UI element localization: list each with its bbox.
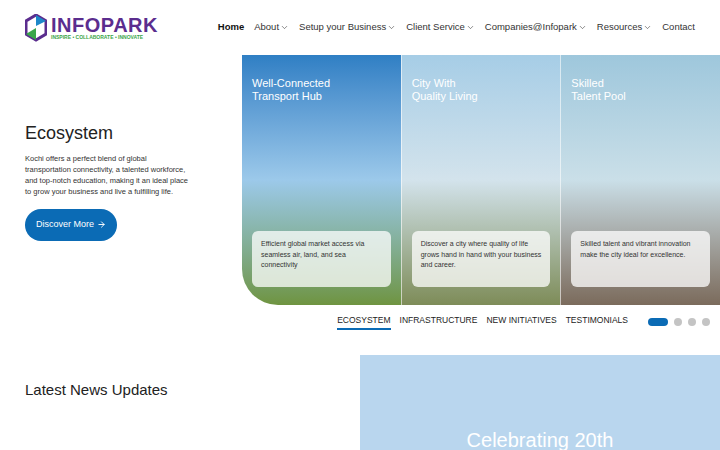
tab[interactable]: TESTIMONIALS (566, 314, 628, 330)
hero-description: Kochi offers a perfect blend of global t… (25, 153, 192, 197)
chevron-down-icon (280, 23, 289, 32)
panel-card: Discover a city where quality of life gr… (412, 231, 551, 287)
tab[interactable]: NEW INITIATIVES (486, 314, 556, 330)
panel-title: Well-ConnectedTransport Hub (252, 77, 391, 103)
chevron-down-icon (643, 23, 652, 32)
panel-title: SkilledTalent Pool (571, 77, 710, 103)
panel-card: Skilled talent and vibrant innovation ma… (571, 231, 710, 287)
logo-name: INFOPARK (51, 15, 158, 35)
nav-item[interactable]: About (254, 20, 289, 34)
discover-more-button[interactable]: Discover More (25, 209, 117, 241)
header: INFOPARKINSPIRE • COLLABORATE • INNOVATE… (0, 0, 720, 55)
feature-panel[interactable]: Well-ConnectedTransport Hub Efficient glo… (242, 55, 401, 305)
carousel-dot[interactable] (674, 318, 682, 326)
news-banner[interactable]: Celebrating 20th (360, 355, 720, 450)
news-section: Latest News UpdatesCelebrating 20th (0, 355, 720, 450)
carousel-dots (648, 318, 710, 326)
logo-icon (25, 14, 47, 42)
nav-item[interactable]: Client Service (406, 20, 475, 34)
hero: Ecosystem Kochi offers a perfect blend of… (0, 55, 720, 305)
carousel-dot[interactable] (648, 318, 668, 326)
nav-item[interactable]: Home (218, 20, 244, 34)
feature-panel[interactable]: City WithQuality Living Discover a city w… (401, 55, 561, 305)
tab-bar: ECOSYSTEM INFRASTRUCTURE NEW INITIATIVES TE… (0, 305, 720, 339)
chevron-down-icon (466, 23, 475, 32)
news-title: Latest News Updates (25, 379, 360, 402)
logo[interactable]: INFOPARKINSPIRE • COLLABORATE • INNOVATE (25, 14, 158, 42)
nav-item[interactable]: Setup your Business (299, 20, 396, 34)
nav-item[interactable]: Contact (662, 20, 695, 34)
chevron-down-icon (578, 23, 587, 32)
carousel-dot[interactable] (702, 318, 710, 326)
nav-item[interactable]: Companies@Infopark (485, 20, 587, 34)
arrow-right-icon (97, 220, 106, 229)
tab[interactable]: ECOSYSTEM (337, 314, 390, 330)
page: INFOPARKINSPIRE • COLLABORATE • INNOVATE… (0, 0, 720, 450)
carousel-dot[interactable] (688, 318, 696, 326)
tab[interactable]: INFRASTRUCTURE (400, 314, 478, 330)
panel-card: Efficient global market access via seaml… (252, 231, 391, 287)
chevron-down-icon (387, 23, 396, 32)
feature-panel[interactable]: SkilledTalent Pool Skilled talent and vib… (560, 55, 720, 305)
nav-item[interactable]: Resources (597, 20, 652, 34)
main-nav: Home About Setup your Business Client Servi… (218, 20, 695, 34)
hero-title: Ecosystem (25, 120, 192, 147)
feature-panels: Well-ConnectedTransport Hub Efficient glo… (242, 55, 720, 305)
panel-title: City WithQuality Living (412, 77, 551, 103)
logo-tagline: INSPIRE • COLLABORATE • INNOVATE (51, 35, 158, 40)
